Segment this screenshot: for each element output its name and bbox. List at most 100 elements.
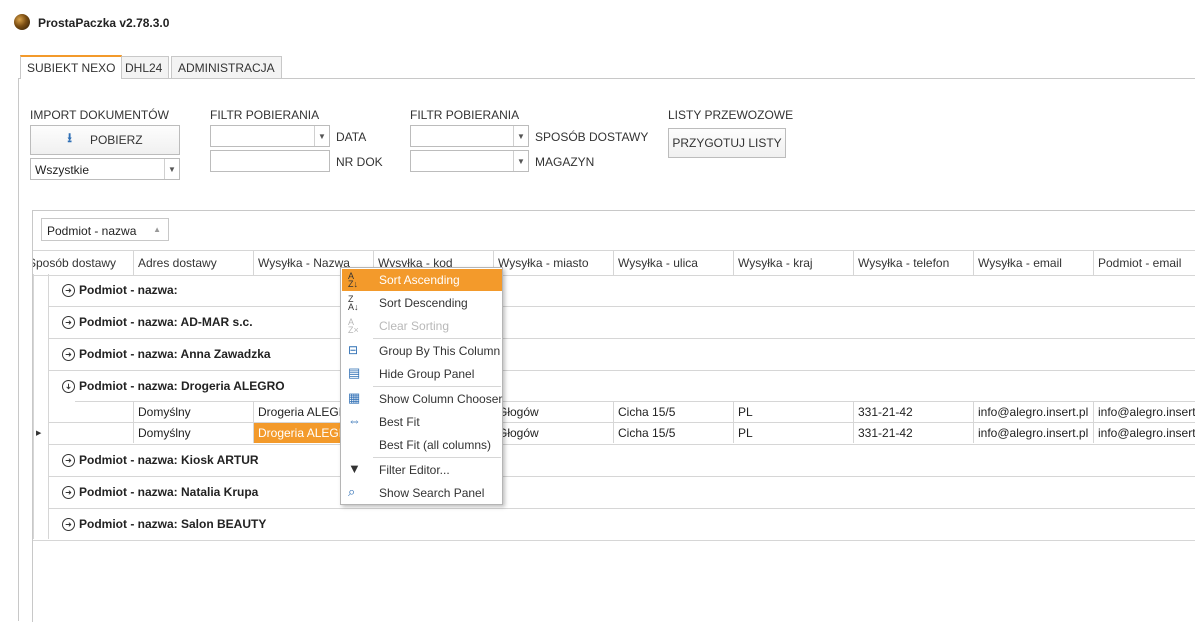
group-row-label: Podmiot - nazwa: [79,283,178,297]
cell-wysylka-kraj[interactable]: PL [734,423,854,443]
group-row[interactable]: ➜ Podmiot - nazwa: [48,274,1195,307]
import-filter-value: Wszystkie [35,163,89,177]
expand-group-icon[interactable]: ➜ [62,486,75,499]
focused-row-indicator-icon: ▶ [36,430,42,437]
cell-podmiot-email[interactable]: info@alegro.insert.pl [1094,423,1195,443]
menu-item-group-by-column[interactable]: ⊟ Group By This Column [342,340,502,362]
column-header-wysylka-ulica[interactable]: Wysyłka - ulica [614,251,734,275]
menu-item-column-chooser[interactable]: ▦ Show Column Chooser [342,388,502,410]
group-row[interactable]: ➜ Podmiot - nazwa: AD-MAR s.c. [48,306,1195,339]
chevron-down-icon: ▼ [513,126,528,146]
column-chooser-icon: ▦ [348,390,361,405]
group-column-chip[interactable]: Podmiot - nazwa ▲ [41,218,169,241]
menu-separator [373,338,501,339]
group-row[interactable]: ➜ Podmiot - nazwa: Salon BEAUTY [33,508,1195,541]
chevron-down-icon: ▼ [314,126,329,146]
best-fit-icon: ⇔ [348,413,361,428]
grid-indent-line [33,274,34,539]
menu-item-hide-group-panel[interactable]: ▤ Hide Group Panel [342,363,502,385]
cell-adres-dostawy[interactable]: Domyślny [134,402,254,422]
group-by-icon: ⊟ [348,343,359,357]
cell-wysylka-miasto[interactable]: Głogów [494,423,614,443]
tab-subiekt-nexo[interactable]: SUBIEKT NEXO [20,55,123,79]
import-section-label: IMPORT DOKUMENTÓW [30,108,169,122]
chevron-down-icon: ▼ [513,151,528,171]
menu-separator [373,457,501,458]
column-context-menu: A Z↓ Sort Ascending Z A↓ Sort Descending A… [340,267,503,505]
grid-header-row: Sposób dostawy Adres dostawy Wysyłka - N… [33,250,1195,276]
expand-group-icon[interactable]: ➜ [62,518,75,531]
menu-item-clear-sorting: A Z× Clear Sorting [348,317,450,335]
chevron-down-icon: ▼ [164,159,179,179]
clear-sorting-icon: A Z× [348,317,359,335]
group-row-expanded[interactable]: ➜ Podmiot - nazwa: Drogeria ALEGRO [48,370,1195,402]
column-header-wysylka-kraj[interactable]: Wysyłka - kraj [734,251,854,275]
menu-item-sort-descending[interactable]: Z A↓ Sort Descending [342,292,502,314]
group-row-label: Podmiot - nazwa: Drogeria ALEGRO [79,379,285,393]
cell-wysylka-telefon[interactable]: 331-21-42 [854,402,974,422]
column-header-wysylka-miasto[interactable]: Wysyłka - miasto [494,251,614,275]
warehouse-select[interactable]: ▼ [410,150,529,172]
app-logo-icon [14,14,30,30]
group-panel [33,211,1195,249]
cell-spacer [75,402,134,422]
group-row-label: Podmiot - nazwa: Kiosk ARTUR [79,453,259,467]
cell-wysylka-miasto[interactable]: Głogów [494,402,614,422]
column-header-wysylka-email[interactable]: Wysyłka - email [974,251,1094,275]
cell-wysylka-ulica[interactable]: Cicha 15/5 [614,423,734,443]
menu-item-show-search-panel[interactable]: ⌕ Show Search Panel [342,482,502,504]
cell-wysylka-email[interactable]: info@alegro.insert.pl [974,423,1094,443]
collapse-group-icon[interactable]: ➜ [62,380,75,393]
document-number-input[interactable] [210,150,330,172]
column-header-adres-dostawy[interactable]: Adres dostawy [134,251,254,275]
search-icon: ⌕ [348,484,356,499]
cell-podmiot-email[interactable]: info@alegro.insert.pl [1094,402,1195,422]
waybills-section-label: LISTY PRZEWOZOWE [668,108,794,122]
filter2-section-label: FILTR POBIERANIA [410,108,520,122]
expand-group-icon[interactable]: ➜ [62,454,75,467]
delivery-method-select[interactable]: ▼ [410,125,529,147]
cell-spacer [49,423,134,443]
warehouse-label: MAGAZYN [535,155,595,169]
cell-wysylka-email[interactable]: info@alegro.insert.pl [974,402,1094,422]
sort-ascending-icon: A Z↓ [348,271,358,289]
tab-administracja[interactable]: ADMINISTRACJA [171,56,282,78]
group-row[interactable]: ➜ Podmiot - nazwa: Kiosk ARTUR [48,444,1195,477]
column-header-sposob-dostawy[interactable]: Sposób dostawy [33,251,134,275]
table-row[interactable]: Domyślny Drogeria ALEGRO Głogów Cicha 15… [75,401,1195,423]
import-filter-select[interactable]: Wszystkie ▼ [30,158,180,180]
cell-wysylka-kraj[interactable]: PL [734,402,854,422]
menu-item-filter-editor[interactable]: ▼ Filter Editor... [342,459,502,481]
prepare-waybills-label: PRZYGOTUJ LISTY [672,136,782,150]
download-icon: ⭳ [67,130,72,145]
filter-icon: ▼ [348,461,361,476]
expand-group-icon[interactable]: ➜ [62,348,75,361]
app-title: ProstaPaczka v2.78.3.0 [38,16,170,30]
cell-wysylka-ulica[interactable]: Cicha 15/5 [614,402,734,422]
cell-wysylka-telefon[interactable]: 331-21-42 [854,423,974,443]
table-row-focused[interactable]: Domyślny Drogeria ALEGRO Głogów Cicha 15… [49,422,1195,445]
date-label: DATA [336,130,367,144]
tab-dhl24[interactable]: DHL24 [118,56,170,78]
menu-item-sort-ascending[interactable]: A Z↓ Sort Ascending [342,269,502,291]
group-row-label: Podmiot - nazwa: Anna Zawadzka [79,347,271,361]
cell-adres-dostawy[interactable]: Domyślny [134,423,254,443]
menu-item-best-fit[interactable]: ⇔ Best Fit [342,411,502,433]
pobierz-button-label: POBIERZ [89,133,143,147]
prepare-waybills-button[interactable]: PRZYGOTUJ LISTY [668,128,786,158]
column-header-wysylka-telefon[interactable]: Wysyłka - telefon [854,251,974,275]
expand-group-icon[interactable]: ➜ [62,284,75,297]
pobierz-button[interactable]: ⭳ POBIERZ [30,125,180,155]
document-number-label: NR DOK [336,155,383,169]
group-row-label: Podmiot - nazwa: Salon BEAUTY [79,517,267,531]
group-panel-icon: ▤ [348,365,361,380]
group-row-label: Podmiot - nazwa: AD-MAR s.c. [79,315,253,329]
column-header-podmiot-email[interactable]: Podmiot - email [1094,251,1195,275]
filter1-section-label: FILTR POBIERANIA [210,108,320,122]
expand-group-icon[interactable]: ➜ [62,316,75,329]
group-row[interactable]: ➜ Podmiot - nazwa: Natalia Krupa [48,476,1195,509]
date-select[interactable]: ▼ [210,125,330,147]
group-row[interactable]: ➜ Podmiot - nazwa: Anna Zawadzka [48,338,1195,371]
group-row-label: Podmiot - nazwa: Natalia Krupa [79,485,259,499]
menu-item-best-fit-all[interactable]: Best Fit (all columns) [342,434,502,456]
